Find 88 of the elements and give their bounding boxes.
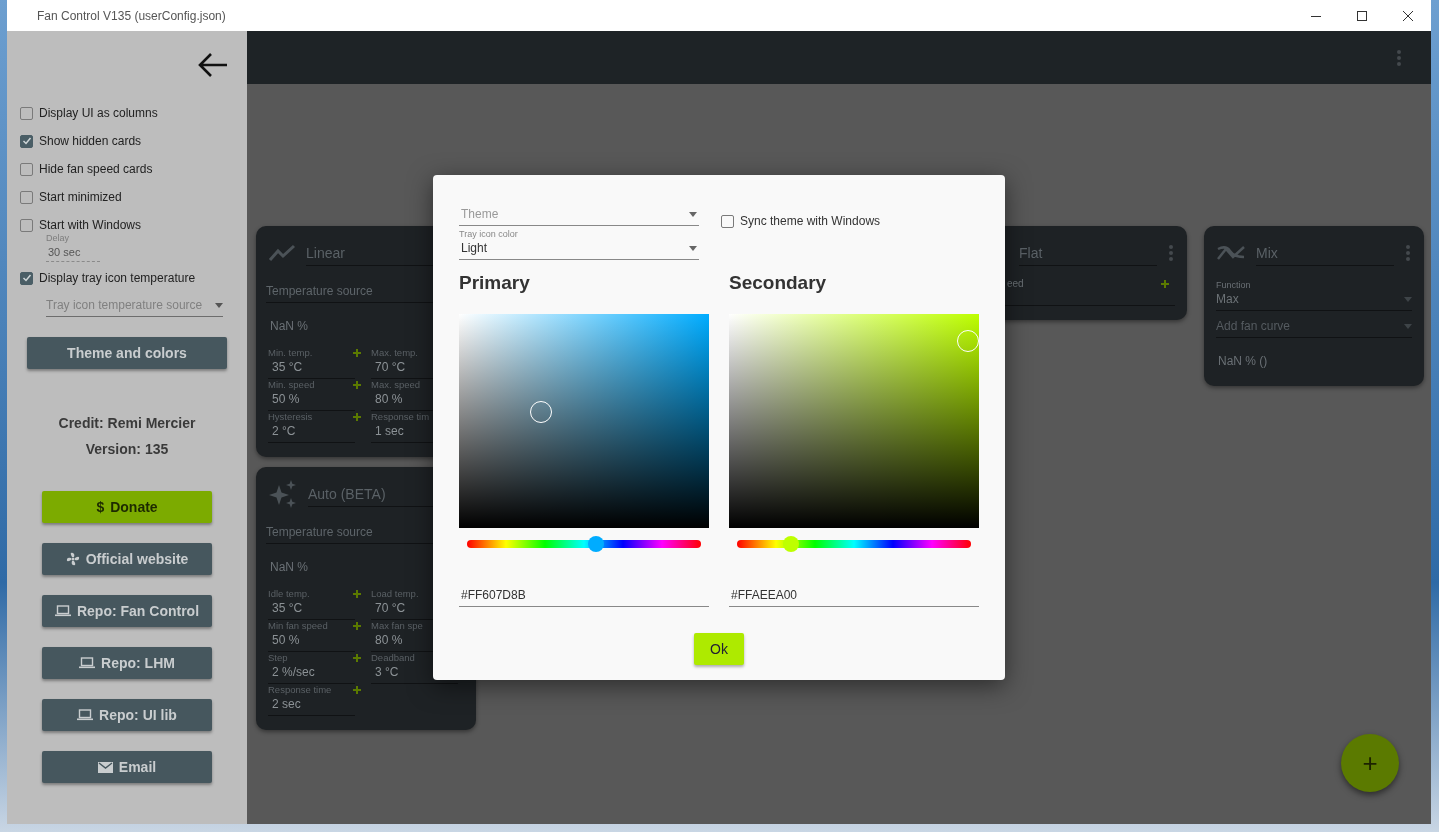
checkbox[interactable] bbox=[20, 106, 33, 120]
plus-icon[interactable] bbox=[353, 653, 361, 662]
more-options-icon[interactable] bbox=[1395, 48, 1403, 67]
field-label: Hysteresis bbox=[268, 411, 313, 422]
field-label: Delay bbox=[46, 233, 70, 243]
theme-colors-button[interactable]: Theme and colors bbox=[27, 337, 227, 369]
field-label: Min. speed bbox=[268, 379, 315, 390]
version-text: Version: 135 bbox=[84, 441, 170, 457]
window-title: Fan Control V135 (userConfig.json) bbox=[37, 8, 227, 23]
dollar-icon: $ bbox=[96, 499, 105, 515]
line-graph-icon bbox=[268, 243, 296, 263]
checkbox[interactable] bbox=[20, 190, 33, 204]
link-button[interactable]: Official website bbox=[42, 543, 212, 575]
theme-dropdown[interactable]: Theme bbox=[459, 205, 699, 226]
field-label: Max. speed bbox=[371, 379, 421, 390]
credit-text: Credit: Remi Mercier bbox=[57, 415, 197, 431]
laptop-icon bbox=[79, 657, 96, 669]
laptop-icon bbox=[77, 709, 94, 721]
field-label: Load temp. bbox=[371, 588, 419, 599]
plus-icon[interactable] bbox=[353, 412, 361, 421]
delay-field[interactable]: 30 sec bbox=[46, 243, 100, 262]
checkbox[interactable] bbox=[20, 134, 33, 148]
checkbox-label[interactable]: Display UI as columns bbox=[39, 106, 158, 120]
envelope-icon bbox=[97, 761, 113, 773]
sparkles-icon bbox=[268, 479, 298, 509]
checkbox-label[interactable]: Start with Windows bbox=[39, 218, 142, 232]
hue-thumb[interactable] bbox=[587, 536, 604, 552]
plus-icon[interactable] bbox=[353, 621, 361, 630]
saturation-value-area[interactable] bbox=[729, 314, 979, 528]
caret-icon bbox=[1404, 323, 1412, 329]
maximize-icon bbox=[1357, 10, 1367, 21]
field-value[interactable]: 35 °C bbox=[268, 599, 355, 620]
plus-icon[interactable] bbox=[1161, 279, 1169, 288]
link-button[interactable]: Repo: UI lib bbox=[42, 699, 212, 731]
field-label: Max. temp. bbox=[371, 347, 418, 358]
caret-icon bbox=[689, 245, 697, 251]
field-value[interactable]: 50 % bbox=[268, 390, 355, 411]
donate-button[interactable]: $ Donate bbox=[42, 491, 212, 523]
field-label: Min fan speed bbox=[268, 620, 328, 631]
field-value[interactable]: 35 °C bbox=[268, 358, 355, 379]
caret-icon bbox=[689, 211, 697, 217]
card-reading: NaN % bbox=[269, 559, 309, 576]
card-reading: NaN % bbox=[269, 318, 309, 335]
field-label: Function bbox=[1216, 280, 1252, 290]
hex-field[interactable]: #FF607D8B bbox=[459, 584, 709, 607]
link-button[interactable]: Repo: Fan Control bbox=[42, 595, 212, 627]
card-reading: NaN % () bbox=[1217, 353, 1269, 370]
laptop-icon bbox=[54, 605, 71, 617]
fan-icon bbox=[65, 552, 80, 566]
field-label: Min. temp. bbox=[268, 347, 313, 358]
field-label: eed bbox=[1007, 278, 1024, 289]
plus-icon[interactable] bbox=[353, 589, 361, 598]
plus-icon[interactable] bbox=[353, 348, 361, 357]
saturation-value-area[interactable] bbox=[459, 314, 709, 528]
back-arrow-icon[interactable] bbox=[197, 51, 229, 79]
close-icon bbox=[1403, 10, 1413, 21]
checkbox[interactable] bbox=[20, 271, 33, 285]
field-value[interactable]: 2 sec bbox=[268, 695, 355, 716]
checkbox-label[interactable]: Show hidden cards bbox=[39, 134, 142, 148]
field-label: Step bbox=[268, 652, 288, 663]
checkbox-label[interactable]: Hide fan speed cards bbox=[39, 162, 153, 176]
checkbox-label[interactable]: Sync theme with Windows bbox=[740, 214, 881, 228]
ok-button[interactable]: Ok bbox=[694, 633, 744, 665]
checkbox-label[interactable]: Display tray icon temperature bbox=[39, 271, 196, 285]
more-options-icon[interactable] bbox=[1404, 244, 1412, 262]
hex-field[interactable]: #FFAEEA00 bbox=[729, 584, 979, 607]
checkbox-label[interactable]: Start minimized bbox=[39, 190, 122, 204]
link-button[interactable]: Repo: LHM bbox=[42, 647, 212, 679]
picker-title: Secondary bbox=[729, 272, 828, 294]
field-label: Response time bbox=[268, 684, 332, 695]
caret-icon bbox=[1404, 296, 1412, 302]
add-button[interactable]: + bbox=[1341, 734, 1399, 792]
field-value[interactable]: 50 % bbox=[268, 631, 355, 652]
tray-color-dropdown[interactable]: Light bbox=[459, 239, 699, 260]
more-options-icon[interactable] bbox=[1167, 244, 1175, 262]
checkbox[interactable] bbox=[721, 214, 734, 228]
function-dropdown[interactable]: Max bbox=[1216, 290, 1412, 311]
checkbox[interactable] bbox=[20, 218, 33, 232]
plus-icon[interactable] bbox=[353, 685, 361, 694]
field-value[interactable]: 2 %/sec bbox=[268, 663, 355, 684]
caret-icon bbox=[215, 302, 223, 308]
hue-thumb[interactable] bbox=[782, 536, 799, 552]
field-label: Tray icon color bbox=[459, 229, 519, 239]
field-label: Deadband bbox=[371, 652, 415, 663]
plus-icon[interactable] bbox=[353, 380, 361, 389]
field-value[interactable]: 2 °C bbox=[268, 422, 355, 443]
link-button[interactable]: Email bbox=[42, 751, 212, 783]
checkbox[interactable] bbox=[20, 162, 33, 176]
